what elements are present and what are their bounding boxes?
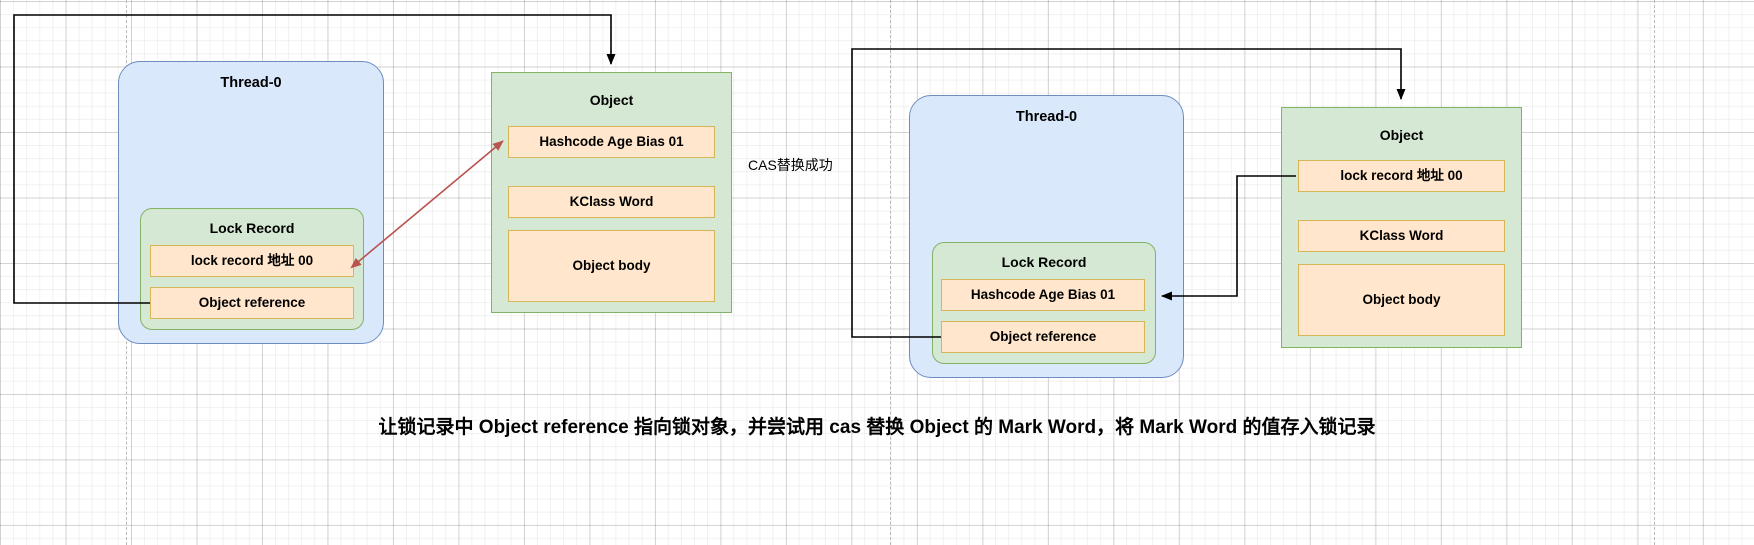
left-object-field-markword[interactable]: Hashcode Age Bias 01 — [508, 126, 715, 158]
left-object-field-kclass-word[interactable]: KClass Word — [508, 186, 715, 218]
left-object-field-object-body[interactable]: Object body — [508, 230, 715, 302]
right-object-title: Object — [1379, 127, 1424, 143]
page-break-guide-right — [1654, 0, 1655, 545]
right-thread-title: Thread-0 — [1015, 109, 1078, 125]
right-lock-record-field-markword[interactable]: Hashcode Age Bias 01 — [941, 279, 1145, 311]
left-object-title: Object — [589, 92, 634, 108]
left-lock-record-field-object-reference[interactable]: Object reference — [150, 287, 354, 319]
left-thread-title: Thread-0 — [220, 75, 282, 91]
page-break-guide-mid — [890, 0, 891, 545]
right-object-field-kclass-word[interactable]: KClass Word — [1298, 220, 1505, 252]
right-lock-record-title: Lock Record — [1001, 254, 1087, 270]
right-object-field-object-body[interactable]: Object body — [1298, 264, 1505, 336]
left-lock-record-field-address[interactable]: lock record 地址 00 — [150, 245, 354, 277]
cas-success-label: CAS替换成功 — [748, 157, 833, 173]
right-object-field-lock-record-address[interactable]: lock record 地址 00 — [1298, 160, 1505, 192]
diagram-caption: 让锁记录中 Object reference 指向锁对象，并尝试用 cas 替换… — [378, 417, 1376, 438]
left-lock-record-title: Lock Record — [209, 220, 295, 236]
right-lock-record-field-object-reference[interactable]: Object reference — [941, 321, 1145, 353]
